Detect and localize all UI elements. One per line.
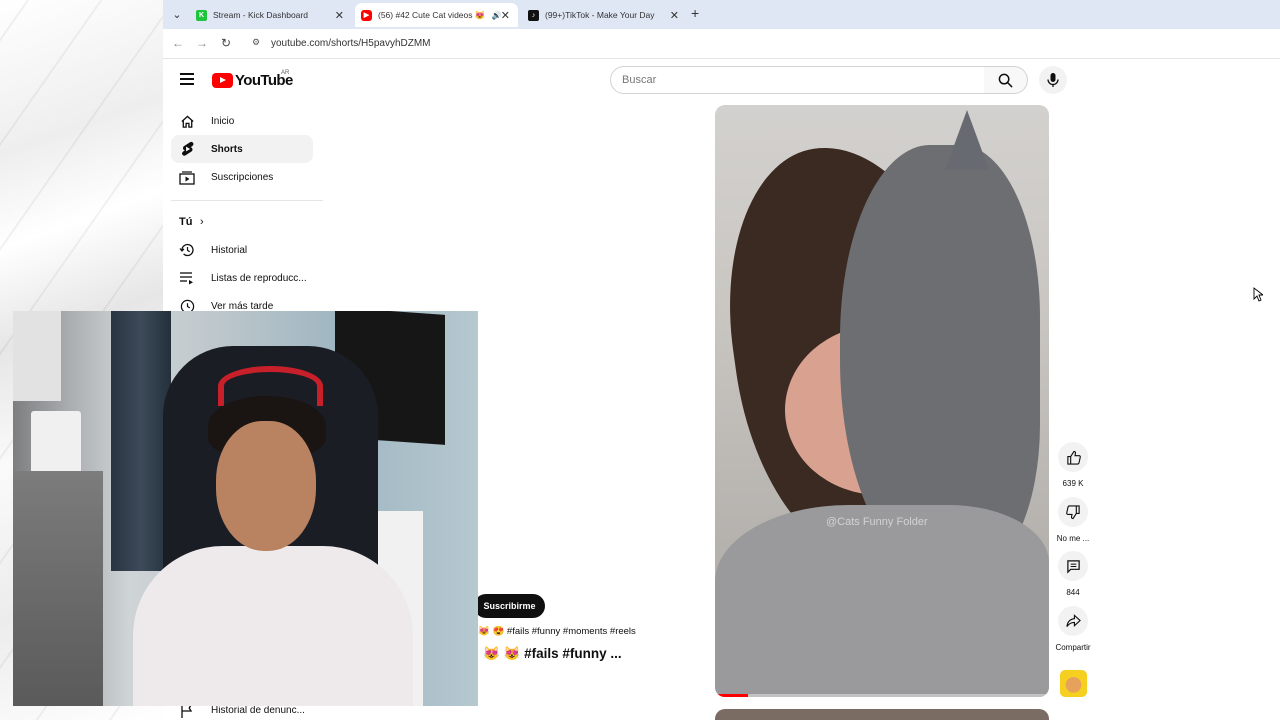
- comments-action[interactable]: 844: [1055, 551, 1091, 597]
- sidebar-item-shorts[interactable]: Shorts: [171, 135, 313, 163]
- thumbs-up-icon: [1066, 450, 1081, 465]
- next-short-preview[interactable]: [715, 709, 1049, 720]
- mouse-cursor-icon: [1253, 287, 1263, 302]
- reload-icon[interactable]: ↻: [221, 36, 231, 50]
- tab-title: (99+)TikTok - Make Your Day: [545, 10, 655, 20]
- voice-search-button[interactable]: [1039, 66, 1067, 94]
- webcam-sofa: [13, 471, 103, 706]
- sidebar-item-label: Inicio: [211, 115, 235, 127]
- sidebar-item-historial[interactable]: Historial: [171, 236, 313, 264]
- forward-arrow-icon[interactable]: →: [196, 36, 208, 50]
- thumbs-down-icon: [1065, 504, 1080, 519]
- like-action[interactable]: 639 K: [1055, 442, 1091, 488]
- history-icon: [179, 242, 195, 258]
- tab-close-icon[interactable]: ✕: [501, 9, 510, 22]
- sidebar-item-label: Listas de reproducc...: [211, 272, 307, 284]
- dislike-button[interactable]: [1058, 497, 1088, 527]
- sidebar-divider: [171, 200, 323, 201]
- video-scene-cat-ear: [945, 110, 989, 170]
- channel-avatar[interactable]: [1060, 670, 1087, 697]
- hamburger-menu-icon[interactable]: [180, 73, 194, 85]
- sidebar-item-label: Historial: [211, 244, 248, 256]
- webcam-curtain: [111, 311, 171, 571]
- share-label: Compartir: [1055, 643, 1091, 652]
- sidebar-item-label: Historial de denunc...: [211, 704, 305, 716]
- chevron-right-icon[interactable]: ›: [200, 216, 204, 228]
- tab-youtube-short[interactable]: ▶ (56) #42 Cute Cat videos 😻 🔊 ✕: [355, 3, 518, 27]
- home-icon: [179, 113, 195, 129]
- sidebar-item-label: Ver más tarde: [211, 300, 274, 312]
- subscribe-button[interactable]: Suscribirme: [474, 594, 545, 618]
- webcam-person-body: [133, 546, 413, 706]
- new-tab-plus-icon[interactable]: +: [691, 5, 699, 21]
- kick-favicon-icon: K: [196, 9, 207, 21]
- short-description[interactable]: 😻 😍 #fails #funny #moments #reels: [478, 626, 636, 637]
- sidebar-item-label: Suscripciones: [211, 171, 274, 183]
- search-button[interactable]: [984, 66, 1028, 94]
- webcam-person-face: [216, 421, 316, 551]
- sidebar-item-inicio[interactable]: Inicio: [171, 107, 313, 135]
- share-button[interactable]: [1058, 606, 1088, 636]
- video-progress-fill: [715, 694, 749, 697]
- sidebar-item-suscripciones[interactable]: Suscripciones: [171, 163, 313, 191]
- short-video-player[interactable]: @Cats Funny Folder: [715, 105, 1049, 697]
- youtube-favicon-icon: ▶: [361, 9, 372, 21]
- search-icon: [998, 73, 1013, 88]
- video-watermark: @Cats Funny Folder: [826, 516, 928, 528]
- url-text[interactable]: youtube.com/shorts/H5pavyhDZMM: [271, 38, 431, 49]
- comments-button[interactable]: [1058, 551, 1088, 581]
- tab-kick-dashboard[interactable]: K Stream - Kick Dashboard ✕: [190, 3, 352, 27]
- sidebar-item-label: Shorts: [211, 143, 243, 155]
- tiktok-favicon-icon: ♪: [528, 9, 539, 21]
- video-progress-bar[interactable]: [715, 694, 1049, 697]
- dislike-action[interactable]: No me ...: [1055, 497, 1091, 543]
- share-arrow-icon: [1065, 614, 1081, 627]
- playlist-icon: [179, 270, 195, 286]
- tab-title: Stream - Kick Dashboard: [213, 10, 308, 20]
- webcam-overlay: [13, 311, 478, 706]
- like-count: 639 K: [1062, 479, 1084, 488]
- tab-tiktok[interactable]: ♪ (99+)TikTok - Make Your Day ✕: [522, 3, 687, 27]
- subscriptions-icon: [179, 169, 195, 185]
- microphone-icon: [1047, 73, 1059, 87]
- youtube-play-icon: [212, 73, 233, 88]
- short-title[interactable]: 😻 😻 #fails #funny ...: [483, 646, 622, 662]
- share-action[interactable]: Compartir: [1055, 606, 1091, 652]
- dislike-label: No me ...: [1056, 534, 1090, 543]
- back-arrow-icon[interactable]: ←: [172, 36, 184, 50]
- shorts-icon: [179, 141, 195, 157]
- tab-close-icon[interactable]: ✕: [670, 9, 679, 22]
- sidebar-item-playlists[interactable]: Listas de reproducc...: [171, 264, 313, 292]
- comment-count: 844: [1066, 588, 1080, 597]
- tab-title: (56) #42 Cute Cat videos 😻: [378, 9, 486, 20]
- search-input[interactable]: Buscar: [610, 66, 985, 94]
- sidebar-you-header[interactable]: Tú: [179, 216, 192, 228]
- tab-close-icon[interactable]: ✕: [335, 9, 344, 22]
- site-settings-icon[interactable]: ⚙: [252, 37, 262, 47]
- country-code: AR: [281, 70, 290, 76]
- comment-icon: [1066, 559, 1080, 574]
- tab-search-chevron-icon[interactable]: ⌄: [168, 6, 186, 24]
- video-scene-blanket: [715, 505, 1049, 697]
- webcam-shelf: [13, 311, 61, 401]
- like-button[interactable]: [1058, 442, 1088, 472]
